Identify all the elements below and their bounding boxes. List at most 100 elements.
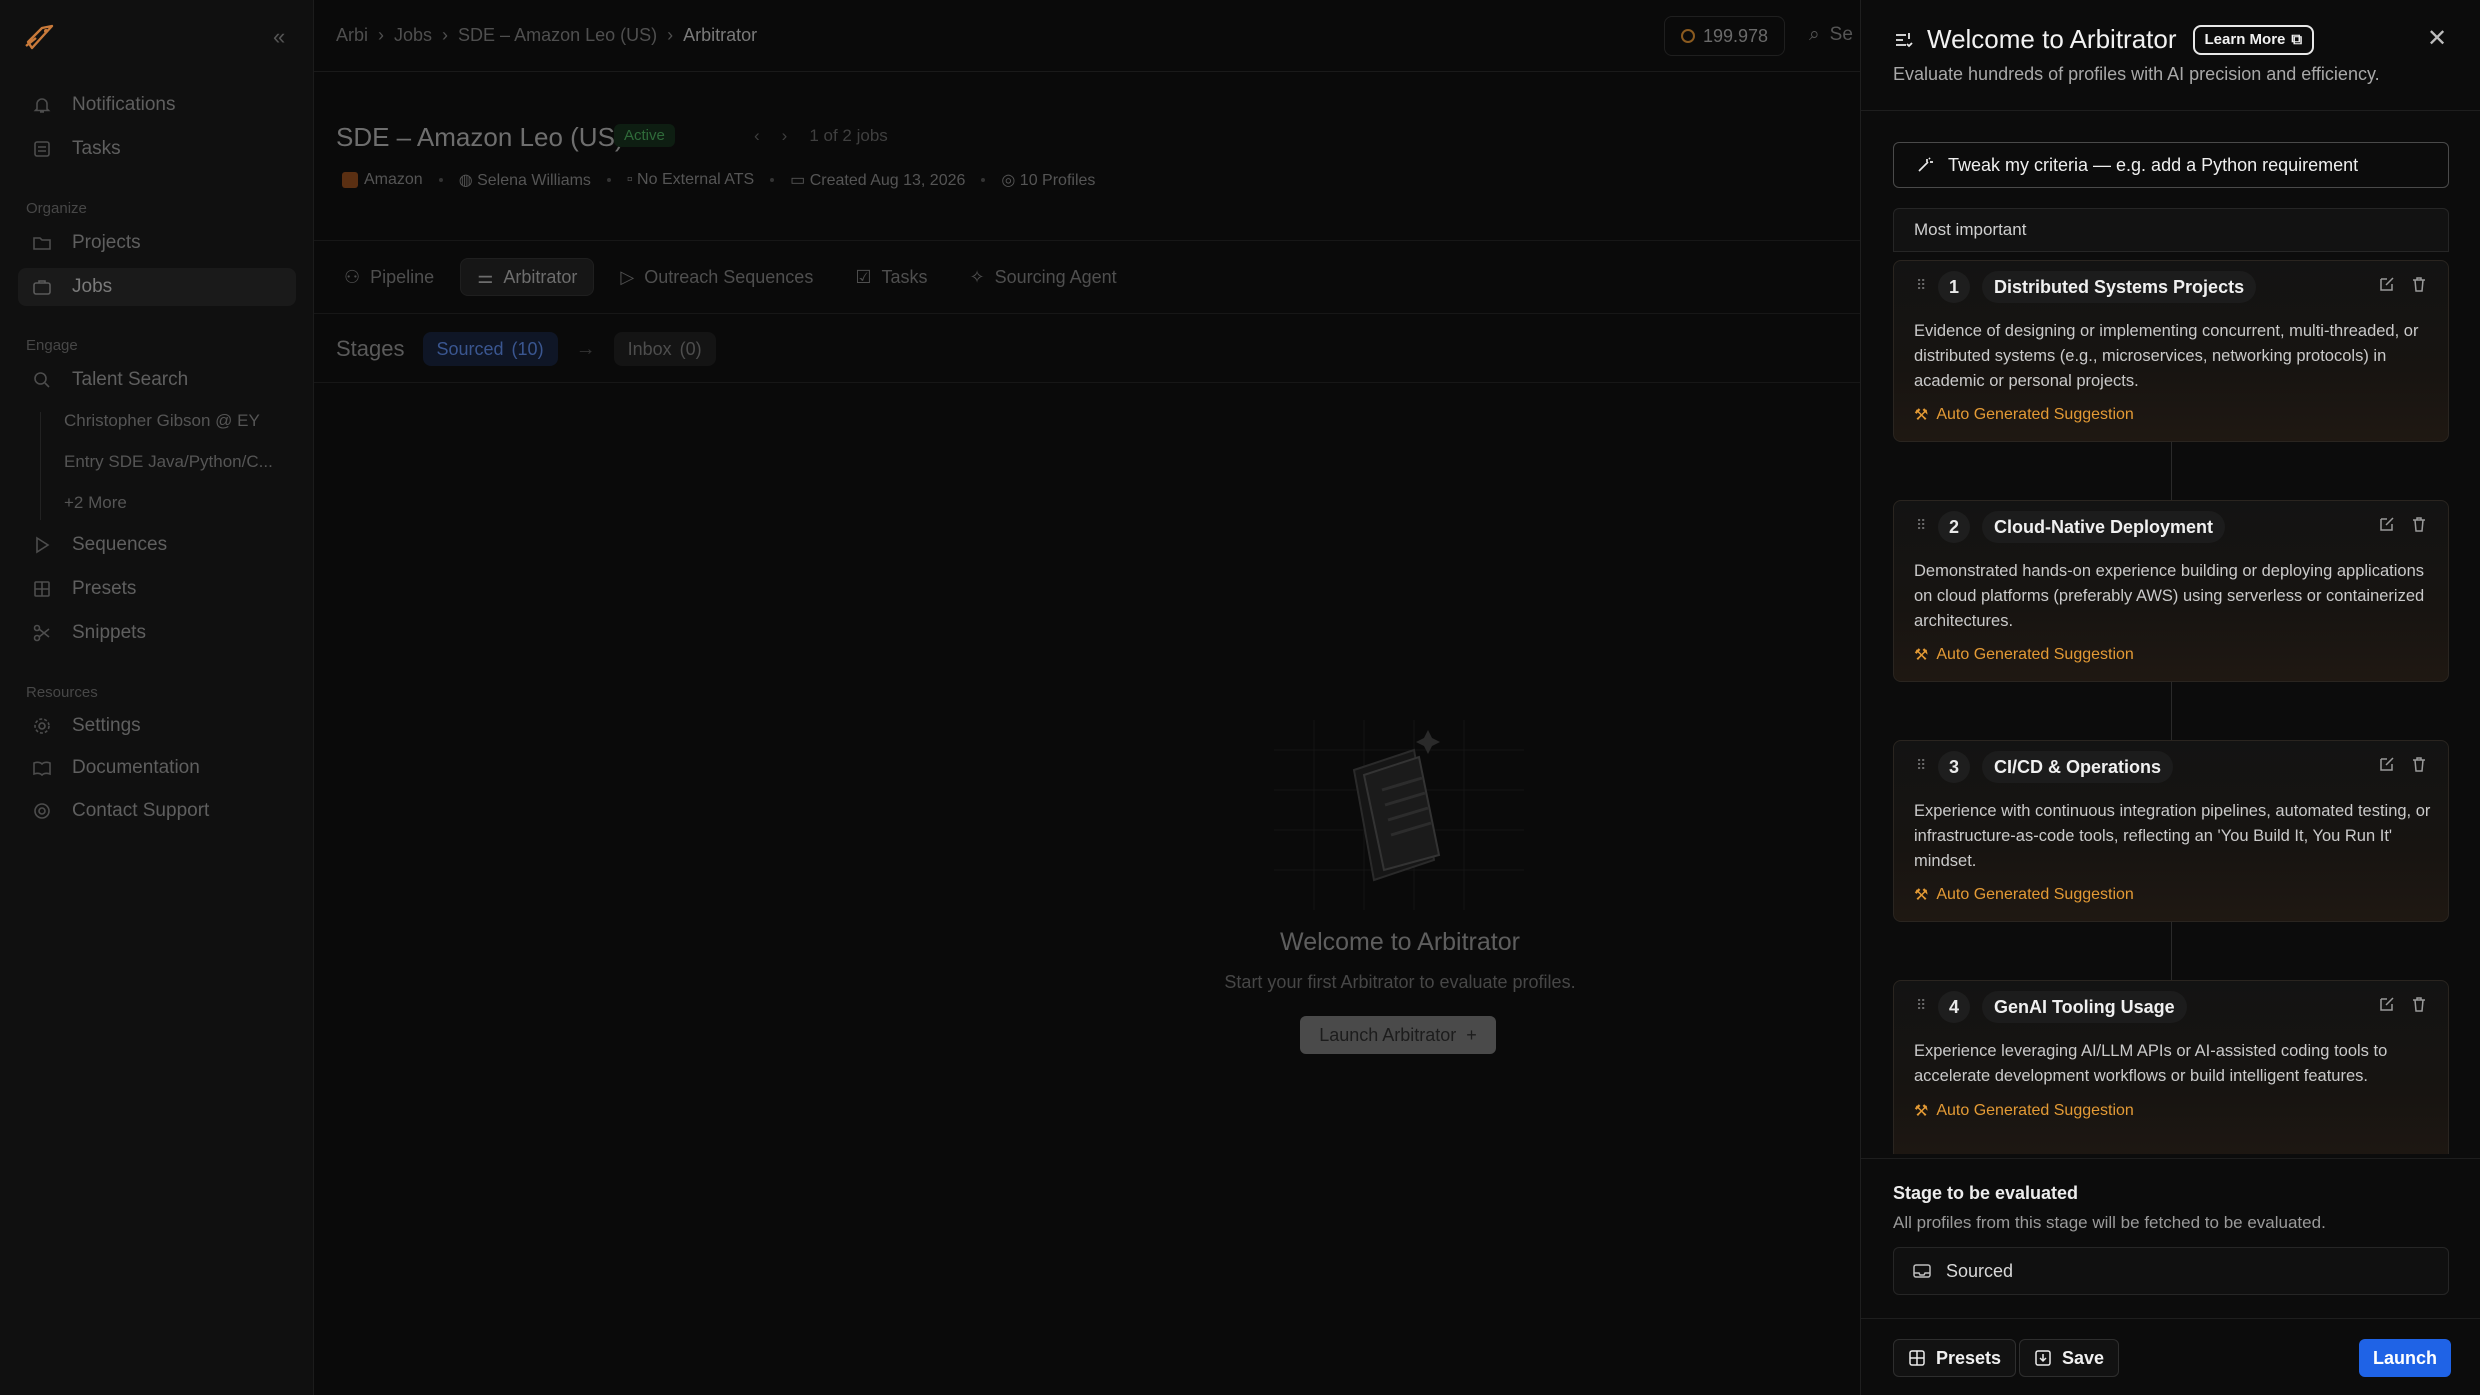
edit-icon[interactable] (2378, 995, 2396, 1013)
criterion-name: Distributed Systems Projects (1982, 271, 2257, 303)
trash-icon[interactable] (2410, 515, 2428, 533)
bell-icon (30, 93, 54, 117)
separator-dot (606, 178, 611, 182)
magic-wand-icon: ⚒ (1914, 407, 1929, 424)
app-root: « Notifications Tasks Organize Projects … (0, 0, 2480, 1395)
magic-wand-icon: ⚒ (1914, 647, 1929, 664)
drag-handle-icon[interactable]: ⠿ (1916, 277, 1926, 294)
criterion-description: Demonstrated hands-on experience buildin… (1914, 562, 2425, 630)
stage-chip-inbox[interactable]: Inbox (0) (613, 332, 716, 366)
sidebar-item-presets[interactable]: Presets (18, 570, 296, 608)
drag-handle-icon[interactable]: ⠿ (1916, 757, 1926, 774)
sidebar-item-label: Tasks (72, 138, 121, 159)
save-button[interactable]: Save (2019, 1339, 2120, 1377)
people-icon: ⚇ (344, 266, 361, 287)
criteria-header: Most important (1893, 208, 2449, 252)
sidebar-item-settings[interactable]: Settings (18, 707, 296, 745)
connector-line (2171, 922, 2172, 980)
sidebar-item-talent-search[interactable]: Talent Search (18, 361, 296, 399)
job-pager: ‹ › 1 of 2 jobs (754, 126, 888, 146)
launch-button[interactable]: Launch (2359, 1339, 2451, 1377)
connector-line (2171, 442, 2172, 500)
criterion-description: Experience leveraging AI/LLM APIs or AI-… (1914, 1042, 2388, 1085)
sidebar-subtree-line (40, 412, 41, 520)
launch-arbitrator-button[interactable]: Launch Arbitrator + (1300, 1016, 1496, 1054)
trash-icon[interactable] (2410, 995, 2428, 1013)
stage-chip-sourced[interactable]: Sourced (10) (422, 332, 558, 366)
magic-wand-icon (1918, 157, 1933, 172)
talent-search-saved-2[interactable]: Entry SDE Java/Python/C... (64, 452, 279, 472)
criterion-number: 1 (1938, 271, 1970, 303)
checklist-icon (30, 137, 54, 161)
sidebar-item-label: Notifications (72, 94, 176, 115)
stage-section-subtitle: All profiles from this stage will be fet… (1893, 1213, 2326, 1232)
edit-icon[interactable] (2378, 515, 2396, 533)
checkbox-icon: ☑ (855, 266, 872, 287)
chevron-right-icon[interactable]: › (782, 126, 788, 146)
criterion-actions (2378, 995, 2428, 1013)
sidebar-item-sequences[interactable]: Sequences (18, 526, 296, 564)
amazon-logo-icon (342, 171, 358, 188)
inbox-icon (1913, 1264, 1931, 1278)
sidebar-item-label: Settings (72, 715, 141, 736)
search-icon (30, 368, 54, 392)
sidebar-item-jobs[interactable]: Jobs (18, 268, 296, 306)
close-icon[interactable]: ✕ (2427, 24, 2447, 53)
magic-wand-icon: ⚒ (1914, 1103, 1929, 1120)
sidebar-item-label: Contact Support (72, 800, 210, 821)
credits-value: 199.978 (1703, 25, 1769, 46)
tab-pipeline[interactable]: ⚇ Pipeline (328, 258, 450, 296)
folder-icon (30, 231, 54, 255)
criterion-actions (2378, 275, 2428, 293)
trash-icon[interactable] (2410, 275, 2428, 293)
talent-search-saved-1[interactable]: Christopher Gibson @ EY (64, 411, 279, 431)
talent-search-more[interactable]: +2 More (64, 493, 279, 513)
edit-icon[interactable] (2378, 275, 2396, 293)
sidebar-item-label: Sequences (72, 534, 168, 555)
empty-state-title: Welcome to Arbitrator (1280, 928, 1520, 956)
brand-logo-icon[interactable] (22, 20, 56, 52)
gear-icon (30, 714, 54, 738)
breadcrumb-item[interactable]: Jobs (394, 25, 432, 46)
sidebar-item-notifications[interactable]: Notifications (18, 86, 296, 124)
tab-arbitrator[interactable]: ⚌ Arbitrator (460, 258, 595, 296)
sidebar-item-contact-support[interactable]: Contact Support (18, 792, 296, 830)
sliders-icon (1896, 32, 1913, 47)
section-label-organize: Organize (26, 200, 87, 217)
criterion-description: Evidence of designing or implementing co… (1914, 322, 2419, 390)
learn-more-button[interactable]: Learn More ⧉ (2192, 24, 2315, 55)
criterion-card: ⠿ 1 Distributed Systems Projects Evidenc… (1893, 260, 2449, 442)
breadcrumb-item[interactable]: Arbi (336, 25, 368, 46)
criteria-list: Most important ⠿ 1 Distributed Systems P… (1893, 208, 2449, 1154)
tweak-criteria-input[interactable]: Tweak my criteria — e.g. add a Python re… (1893, 142, 2449, 188)
criterion-name: CI/CD & Operations (1982, 751, 2174, 783)
stage-selection-section: Stage to be evaluated All profiles from … (1861, 1158, 2480, 1318)
chevron-left-icon[interactable]: ‹ (754, 126, 760, 146)
section-label-engage: Engage (26, 337, 78, 354)
panel-footer: Presets Save Launch (1861, 1318, 2480, 1395)
edit-icon[interactable] (2378, 755, 2396, 773)
drag-handle-icon[interactable]: ⠿ (1916, 517, 1926, 534)
external-link-icon: ⧉ (2291, 31, 2303, 48)
credits-counter[interactable]: 199.978 (1664, 16, 1786, 56)
criterion-card: ⠿ 4 GenAI Tooling Usage Experience lever… (1893, 980, 2449, 1154)
presets-button[interactable]: Presets (1893, 1339, 2017, 1377)
tab-tasks[interactable]: ☑ Tasks (839, 258, 943, 296)
drag-handle-icon[interactable]: ⠿ (1916, 997, 1926, 1014)
grid-icon (30, 577, 54, 601)
sidebar-item-snippets[interactable]: Snippets (18, 614, 296, 652)
sidebar-item-projects[interactable]: Projects (18, 224, 296, 262)
link-icon: ▫ (626, 171, 638, 188)
tab-sourcing-agent[interactable]: ✧ Sourcing Agent (953, 258, 1132, 296)
sidebar-item-tasks[interactable]: Tasks (18, 130, 296, 168)
sliders-icon: ⚌ (477, 266, 494, 287)
breadcrumb-item[interactable]: SDE – Amazon Leo (US) (458, 25, 657, 46)
trash-icon[interactable] (2410, 755, 2428, 773)
global-search[interactable]: ⌕ Se (1809, 24, 1853, 46)
collapse-sidebar-icon[interactable]: « (273, 24, 285, 50)
sidebar-item-documentation[interactable]: Documentation (18, 749, 296, 787)
play-icon (30, 533, 54, 557)
stage-select[interactable]: Sourced (1893, 1247, 2449, 1295)
breadcrumb: Arbi › Jobs › SDE – Amazon Leo (US) › Ar… (336, 25, 757, 46)
tab-outreach-sequences[interactable]: ▷ Outreach Sequences (604, 258, 829, 296)
